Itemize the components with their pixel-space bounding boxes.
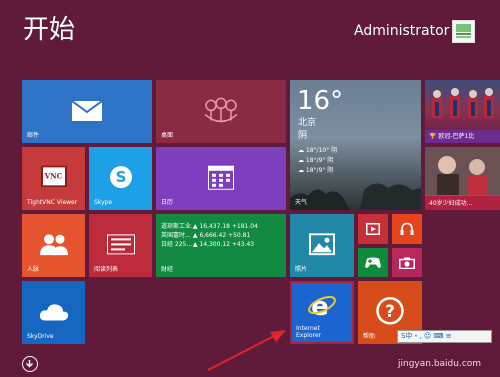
tile-news-2[interactable]: 40岁少妇成功...: [425, 147, 500, 210]
tile-desktop-label: 桌面: [161, 132, 174, 139]
calendar-icon: [208, 165, 234, 190]
forecast-row: ☁ 18°/9° 阴: [298, 167, 334, 174]
forecast-row: ☁ 18°/9° 阴: [298, 157, 334, 164]
tile-calendar[interactable]: 日历: [156, 147, 286, 210]
tile-skype-label: Skype: [94, 199, 113, 206]
tile-weather[interactable]: 16° 北京 阴 ☁ 18°/10° 阴 ☁ 18°/9° 阴 ☁ 18°/9°…: [290, 80, 421, 210]
stock-row: 道琼斯工业... ▲ 16,437.18 +181.04: [161, 223, 258, 230]
tile-skype[interactable]: S Skype: [89, 147, 152, 210]
cloud-icon: [39, 303, 68, 321]
page-title: 开始: [23, 15, 76, 45]
all-apps-button[interactable]: [22, 356, 38, 372]
tile-internet-explorer[interactable]: e Internet Explorer: [290, 281, 354, 344]
tile-calendar-label: 日历: [161, 199, 174, 206]
tile-ie-label: Internet Explorer: [296, 325, 321, 339]
svg-text:?: ?: [385, 301, 395, 321]
tightvnc-logo-icon: VNC: [40, 164, 67, 187]
reading-list-icon: [106, 233, 135, 254]
tile-people-label: 人脉: [27, 266, 40, 273]
people-icon: [39, 233, 68, 255]
annotation-arrow: [207, 330, 286, 371]
skype-icon: S: [109, 165, 132, 188]
user-name[interactable]: Administrator: [354, 22, 449, 40]
players-photo: [432, 88, 494, 118]
tile-reading-list[interactable]: 阅读列表: [89, 214, 152, 277]
stock-row: 日经 225... ▲ 14,300.12 +43.43: [161, 241, 255, 248]
tile-news-sports[interactable]: 🏆 欧冠-巴萨1比: [425, 80, 500, 143]
mail-icon: [72, 100, 102, 121]
stock-row: 英国富时... ▲ 6,666.42 +50.81: [161, 232, 251, 239]
news-2-caption: 40岁少妇成功...: [429, 200, 473, 207]
ie-logo-icon: e: [308, 292, 336, 319]
news-photo: [425, 147, 500, 195]
ime-toolbar-text: S中・, ☺ ⌨ ≡: [401, 332, 452, 340]
weather-city: 北京: [298, 118, 317, 128]
tile-video[interactable]: [358, 214, 388, 244]
tile-camera[interactable]: [392, 248, 422, 277]
tile-weather-label: 天气: [295, 199, 308, 206]
gamepad-icon: [365, 257, 381, 268]
tile-people[interactable]: 人脉: [22, 214, 85, 277]
tile-desktop[interactable]: 桌面: [156, 80, 286, 143]
user-avatar[interactable]: [452, 20, 475, 43]
tile-skydrive[interactable]: SkyDrive: [22, 281, 85, 344]
tile-skydrive-label: SkyDrive: [27, 333, 54, 340]
news-sports-caption: 🏆 欧冠-巴萨1比: [429, 133, 475, 140]
photos-icon: [309, 232, 335, 255]
tile-help-label: 帮助: [363, 333, 376, 340]
svg-text:e: e: [311, 292, 329, 319]
headphones-icon: [400, 222, 414, 235]
cloud-icon: ☁: [298, 147, 304, 154]
camera-icon: [399, 257, 415, 269]
weather-condition: 阴: [298, 131, 308, 141]
cloud-icon: ☁: [298, 167, 304, 174]
weather-temperature: 16°: [297, 86, 344, 116]
arrow-down-icon: [25, 360, 34, 368]
tile-mail[interactable]: 邮件: [22, 80, 152, 143]
desktop-wallpaper-icon: [204, 97, 238, 122]
tile-finance[interactable]: 道琼斯工业... ▲ 16,437.18 +181.04 英国富时... ▲ 6…: [156, 214, 286, 277]
tile-reading-list-label: 阅读列表: [94, 266, 119, 273]
svg-text:S: S: [115, 168, 126, 186]
tile-music[interactable]: [392, 214, 422, 244]
cloud-icon: ☁: [298, 157, 304, 164]
forecast-row: ☁ 18°/10° 阴: [298, 147, 338, 154]
help-icon: ?: [376, 296, 404, 325]
tile-photos[interactable]: 照片: [290, 214, 354, 277]
watermark: jingyan.baidu.com: [398, 359, 482, 369]
tile-games[interactable]: [358, 248, 388, 277]
tile-photos-label: 照片: [295, 266, 308, 273]
tile-tightvnc-label: TightVNC Viewer: [27, 199, 78, 206]
tile-mail-label: 邮件: [27, 132, 40, 139]
tile-finance-label: 财经: [161, 266, 174, 273]
tile-tightvnc[interactable]: VNC TightVNC Viewer: [22, 147, 85, 210]
ime-toolbar[interactable]: S中・, ☺ ⌨ ≡: [397, 330, 492, 343]
video-icon: [366, 223, 380, 235]
